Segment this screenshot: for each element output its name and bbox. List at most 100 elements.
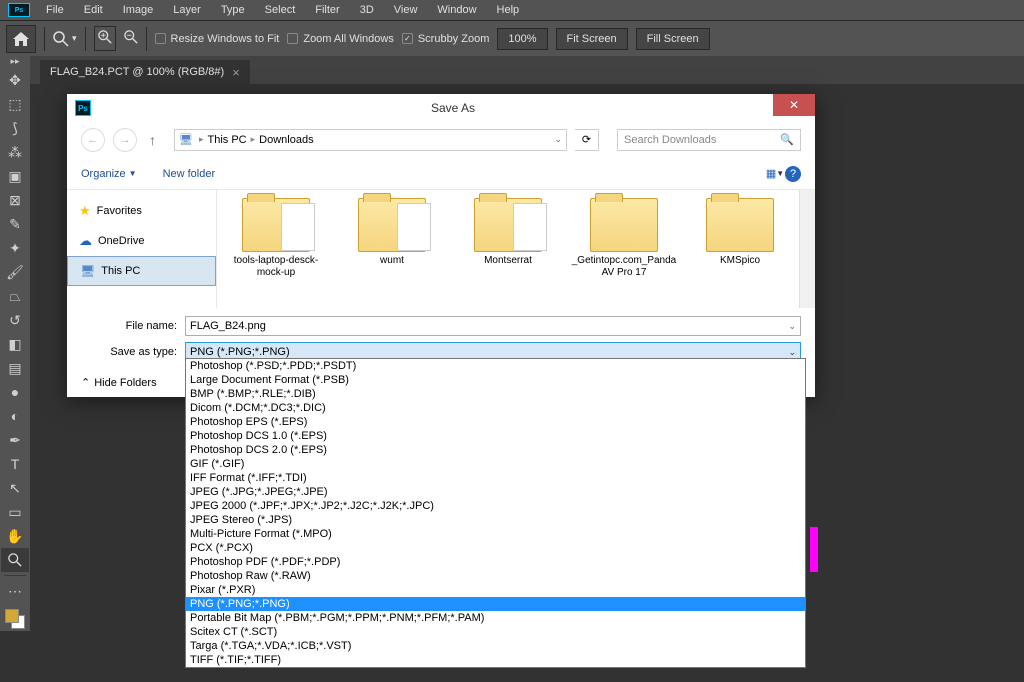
back-button[interactable]: ← <box>81 128 105 152</box>
format-option[interactable]: TIFF (*.TIF;*.TIFF) <box>186 653 805 667</box>
shape-tool[interactable]: ▭ <box>1 500 29 524</box>
scrubby-zoom-checkbox[interactable]: Scrubby Zoom <box>402 33 490 45</box>
up-button[interactable]: ↑ <box>145 132 160 148</box>
options-bar: ▾ Resize Windows to Fit Zoom All Windows… <box>0 20 1024 56</box>
pen-tool[interactable]: ✒ <box>1 428 29 452</box>
format-option[interactable]: JPEG Stereo (*.JPS) <box>186 513 805 527</box>
format-option[interactable]: BMP (*.BMP;*.RLE;*.DIB) <box>186 387 805 401</box>
format-option[interactable]: GIF (*.GIF) <box>186 457 805 471</box>
format-option[interactable]: PNG (*.PNG;*.PNG) <box>186 597 805 611</box>
folder-item[interactable]: Montserrat <box>453 198 563 300</box>
zoom-tool-icon[interactable]: ▾ <box>53 31 77 47</box>
format-option[interactable]: Portable Bit Map (*.PBM;*.PGM;*.PPM;*.PN… <box>186 611 805 625</box>
forward-button[interactable]: → <box>113 128 137 152</box>
lasso-tool[interactable]: ⟆ <box>1 116 29 140</box>
color-swatches[interactable] <box>3 607 27 631</box>
format-option[interactable]: Pixar (*.PXR) <box>186 583 805 597</box>
sidebar-thispc[interactable]: 🖥This PC <box>67 256 216 286</box>
hand-tool[interactable]: ✋ <box>1 524 29 548</box>
eraser-tool[interactable]: ◧ <box>1 332 29 356</box>
format-option[interactable]: Photoshop Raw (*.RAW) <box>186 569 805 583</box>
type-tool[interactable]: T <box>1 452 29 476</box>
menu-type[interactable]: Type <box>211 1 255 19</box>
format-option[interactable]: Photoshop (*.PSD;*.PDD;*.PSDT) <box>186 359 805 373</box>
folder-item[interactable]: tools-laptop-desck-mock-up <box>221 198 331 300</box>
zoom-in-icon[interactable] <box>94 26 116 51</box>
folder-item[interactable]: wumt <box>337 198 447 300</box>
healing-tool[interactable]: ✦ <box>1 236 29 260</box>
menu-edit[interactable]: Edit <box>74 1 113 19</box>
pc-icon: 🖥 <box>80 264 95 278</box>
format-option[interactable]: JPEG 2000 (*.JPF;*.JPX;*.JP2;*.J2C;*.J2K… <box>186 499 805 513</box>
dodge-tool[interactable]: ◐ <box>1 404 29 428</box>
search-input[interactable]: Search Downloads 🔍 <box>617 129 801 151</box>
dialog-title: Save As <box>91 101 815 115</box>
menu-help[interactable]: Help <box>487 1 530 19</box>
tools-collapse-handle[interactable]: ▸▸ <box>0 56 30 66</box>
saveas-type-label: Save as type: <box>81 346 185 358</box>
star-icon: ★ <box>79 203 91 219</box>
menu-image[interactable]: Image <box>113 1 164 19</box>
format-option[interactable]: PCX (*.PCX) <box>186 541 805 555</box>
scrollbar[interactable] <box>799 190 815 308</box>
sidebar-onedrive[interactable]: ☁OneDrive <box>67 226 216 256</box>
stamp-tool[interactable]: ⏢ <box>1 284 29 308</box>
dialog-titlebar: Ps Save As ✕ <box>67 94 815 122</box>
marquee-tool[interactable]: ⬚ <box>1 92 29 116</box>
format-option[interactable]: Multi-Picture Format (*.MPO) <box>186 527 805 541</box>
format-option[interactable]: Large Document Format (*.PSB) <box>186 373 805 387</box>
format-option[interactable]: JPEG (*.JPG;*.JPEG;*.JPE) <box>186 485 805 499</box>
frame-tool[interactable]: ⊠ <box>1 188 29 212</box>
edit-toolbar[interactable]: ⋯ <box>1 579 29 603</box>
folder-item[interactable]: _Getintopc.com_Panda AV Pro 17 <box>569 198 679 300</box>
menu-layer[interactable]: Layer <box>163 1 211 19</box>
format-option[interactable]: Photoshop DCS 1.0 (*.EPS) <box>186 429 805 443</box>
fill-screen-button[interactable]: Fill Screen <box>636 28 710 50</box>
menu-file[interactable]: File <box>36 1 74 19</box>
eyedropper-tool[interactable]: ✎ <box>1 212 29 236</box>
crop-tool[interactable]: ▣ <box>1 164 29 188</box>
document-tab[interactable]: FLAG_B24.PCT @ 100% (RGB/8#) × <box>40 60 250 84</box>
magic-wand-tool[interactable]: ⁂ <box>1 140 29 164</box>
filename-input[interactable]: FLAG_B24.png⌄ <box>185 316 801 336</box>
save-fields: File name: FLAG_B24.png⌄ Save as type: P… <box>67 308 815 362</box>
format-option[interactable]: Photoshop DCS 2.0 (*.EPS) <box>186 443 805 457</box>
zoom-tool[interactable] <box>1 548 29 572</box>
brush-tool[interactable]: 🖌 <box>1 260 29 284</box>
format-option[interactable]: IFF Format (*.IFF;*.TDI) <box>186 471 805 485</box>
path-selection-tool[interactable]: ↖ <box>1 476 29 500</box>
menu-window[interactable]: Window <box>427 1 486 19</box>
menu-bar: Ps File Edit Image Layer Type Select Fil… <box>0 0 1024 20</box>
organize-button[interactable]: Organize ▼ <box>81 168 137 180</box>
new-folder-button[interactable]: New folder <box>163 168 216 180</box>
close-tab-icon[interactable]: × <box>232 65 240 80</box>
format-option[interactable]: Targa (*.TGA;*.VDA;*.ICB;*.VST) <box>186 639 805 653</box>
format-option[interactable]: Photoshop PDF (*.PDF;*.PDP) <box>186 555 805 569</box>
format-option[interactable]: Dicom (*.DCM;*.DC3;*.DIC) <box>186 401 805 415</box>
menu-filter[interactable]: Filter <box>305 1 349 19</box>
fit-screen-button[interactable]: Fit Screen <box>556 28 628 50</box>
move-tool[interactable]: ✥ <box>1 68 29 92</box>
refresh-button[interactable]: ⟳ <box>575 129 599 151</box>
zoom-all-checkbox[interactable]: Zoom All Windows <box>287 33 393 45</box>
menu-view[interactable]: View <box>384 1 428 19</box>
close-dialog-button[interactable]: ✕ <box>773 94 815 116</box>
format-option[interactable]: Photoshop EPS (*.EPS) <box>186 415 805 429</box>
zoom-100-button[interactable]: 100% <box>497 28 547 50</box>
help-button[interactable]: ? <box>785 166 801 182</box>
file-list[interactable]: tools-laptop-desck-mock-up wumt Montserr… <box>217 190 815 308</box>
menu-3d[interactable]: 3D <box>350 1 384 19</box>
home-button[interactable] <box>6 25 36 53</box>
sidebar-favorites[interactable]: ★Favorites <box>67 196 216 226</box>
format-dropdown-list[interactable]: Photoshop (*.PSD;*.PDD;*.PSDT)Large Docu… <box>185 358 806 668</box>
menu-select[interactable]: Select <box>255 1 306 19</box>
zoom-out-icon[interactable] <box>124 30 138 47</box>
folder-item[interactable]: KMSpico <box>685 198 795 300</box>
format-option[interactable]: Scitex CT (*.SCT) <box>186 625 805 639</box>
gradient-tool[interactable]: ▤ <box>1 356 29 380</box>
address-bar[interactable]: 🖥 ▸ This PC ▸ Downloads ⌄ <box>174 129 567 151</box>
blur-tool[interactable]: ● <box>1 380 29 404</box>
resize-windows-checkbox[interactable]: Resize Windows to Fit <box>155 33 280 45</box>
history-brush-tool[interactable]: ↺ <box>1 308 29 332</box>
view-options-button[interactable]: ▦ ▼ <box>765 166 785 182</box>
